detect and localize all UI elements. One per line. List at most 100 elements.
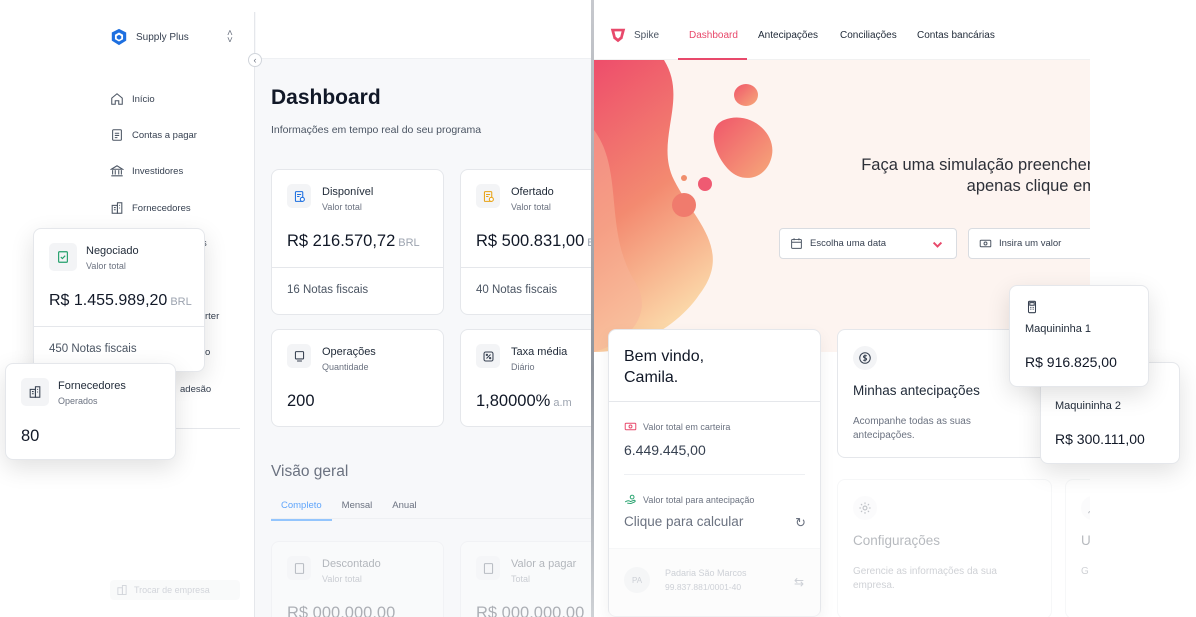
overview-title: Visão geral — [271, 463, 349, 480]
sidebar-item-inicio[interactable]: Início — [110, 92, 155, 106]
sidebar-item-contas-a-pagar[interactable]: Contas a pagar — [110, 128, 197, 142]
kpi-subtitle: Valor total — [322, 574, 362, 584]
card-icon — [1081, 496, 1090, 520]
discount-document-icon — [294, 562, 304, 574]
card-subtitle: Valor total — [86, 261, 126, 271]
building-icon — [29, 386, 41, 398]
card-description: Gerencie as informações da sua empresa. — [853, 566, 997, 591]
card-title: Maquininha 1 — [1025, 323, 1092, 335]
kpi-title: Valor a pagar — [511, 558, 577, 570]
card-title: Fornecedores — [58, 380, 126, 392]
card-configuracoes[interactable]: Configurações Gerencie as informações da… — [837, 479, 1052, 617]
divider — [609, 401, 820, 402]
chevron-left-icon: ‹ — [253, 55, 257, 65]
hero-line-1: Faça uma simulação preenchen — [861, 156, 1090, 174]
kpi-subtitle: Quantidade — [322, 362, 369, 372]
advance-label: Valor total para antecipação — [624, 493, 754, 506]
switch-company-button[interactable]: Trocar de empresa — [110, 580, 240, 600]
hero-line-2: apenas clique em — [966, 177, 1090, 195]
sidebar-item-label-partial: adesão — [180, 384, 212, 395]
floating-card-maquininha-1: Maquininha 1 R$ 916.825,00 — [1009, 285, 1149, 387]
document-check-icon — [294, 190, 305, 202]
card-partial[interactable]: U G — [1065, 479, 1090, 617]
kpi-value: R$ 500.831,00B — [476, 232, 595, 250]
hero-headline: Faça uma simulação preenchen apenas cliq… — [861, 155, 1090, 197]
company-switch-chevron-icon[interactable]: ˄ ˅ — [227, 29, 233, 46]
kpi-footer: 40 Notas fiscais — [476, 284, 558, 296]
money-icon — [979, 239, 992, 248]
kpi-icon — [476, 344, 500, 368]
page-title: Dashboard — [271, 86, 381, 109]
kpi-card-disponivel[interactable]: Disponível Valor total R$ 216.570,72 BRL … — [271, 169, 444, 315]
card-title: Negociado — [86, 245, 139, 257]
user-icon — [1088, 510, 1090, 514]
sidebar-item-label: Início — [132, 93, 155, 105]
kpi-card-operacoes[interactable]: Operações Quantidade 200 — [271, 329, 444, 427]
value-input[interactable]: Insira um valor — [968, 228, 1090, 259]
nav-contas-bancarias[interactable]: Contas bancárias — [917, 30, 995, 41]
card-subtitle: Operados — [58, 396, 98, 406]
topbar: Spike Dashboard Antecipações Conciliaçõe… — [594, 12, 1090, 60]
divider — [272, 267, 443, 268]
wallet-value: 6.449.445,00 — [624, 442, 706, 458]
chevron-down-icon — [932, 241, 943, 248]
card-title: Minhas antecipações — [853, 383, 980, 398]
card-description: Acompanhe todas as suas antecipações. — [853, 416, 971, 441]
kpi-title: Disponível — [322, 186, 374, 198]
hand-money-icon — [624, 494, 636, 505]
kpi-title: Taxa média — [511, 346, 568, 358]
sidebar-item-fornecedores[interactable]: Fornecedores — [110, 201, 191, 215]
nav-antecipacoes[interactable]: Antecipações — [758, 30, 818, 41]
calculate-link[interactable]: Clique para calcular — [624, 514, 743, 529]
tabs-divider — [271, 518, 591, 519]
kpi-icon — [287, 344, 311, 368]
monitor-icon — [294, 350, 304, 361]
home-icon — [111, 93, 123, 105]
list-item-name: Padaria São Marcos — [665, 568, 747, 578]
card-reader-icon — [1027, 300, 1037, 314]
sidebar-item-label: Fornecedores — [132, 202, 191, 214]
brand[interactable]: Supply Plus — [110, 28, 189, 46]
divider — [34, 326, 204, 327]
value-input-placeholder: Insira um valor — [999, 238, 1062, 249]
card-title: Maquininha 2 — [1055, 400, 1122, 412]
sidebar-item-label: Contas a pagar — [132, 129, 197, 141]
collapse-sidebar-button[interactable]: ‹ — [248, 53, 262, 67]
kpi-title: Operações — [322, 346, 376, 358]
list-item-document: 99.837.881/0001-40 — [665, 582, 742, 592]
sidebar-item-investidores[interactable]: Investidores — [110, 164, 183, 178]
document-offer-icon — [483, 190, 494, 202]
kpi-title: Descontado — [322, 558, 381, 570]
sidebar-item-label-partial: rter — [205, 311, 220, 322]
document-icon — [112, 129, 122, 141]
nav-conciliacoes[interactable]: Conciliações — [840, 30, 897, 41]
avatar: PA — [624, 567, 650, 593]
card-footer: 450 Notas fiscais — [49, 343, 137, 355]
kpi-value: 1,80000% a.m — [476, 392, 572, 410]
money-icon — [624, 422, 637, 431]
brand-name: Spike — [634, 30, 660, 41]
kpi-icon — [476, 184, 500, 208]
sidebar-item-label: Investidores — [132, 165, 184, 177]
building-icon — [117, 585, 127, 595]
card-icon — [21, 378, 49, 406]
supply-plus-logo-icon — [111, 28, 127, 46]
kpi-subtitle: Diário — [511, 362, 535, 372]
date-select-placeholder: Escolha uma data — [810, 238, 887, 249]
switch-company-label: Trocar de empresa — [134, 585, 210, 595]
percent-icon — [483, 351, 493, 361]
kpi-card-descontado[interactable]: Descontado Valor total R$ 000.000,00 — [271, 541, 444, 617]
card-icon — [853, 496, 877, 520]
list-item[interactable]: PA Padaria São Marcos 99.837.881/0001-40… — [609, 548, 820, 617]
date-select[interactable]: Escolha uma data — [779, 228, 957, 259]
refresh-icon[interactable]: ↻ — [795, 515, 806, 531]
document-check-icon — [58, 251, 68, 263]
kpi-footer: 16 Notas fiscais — [287, 284, 369, 296]
gear-icon — [859, 502, 871, 514]
kpi-subtitle: Total — [511, 574, 531, 584]
card-value: 80 — [21, 427, 40, 445]
floating-card-fornecedores: Fornecedores Operados 80 — [5, 363, 176, 460]
nav-dashboard[interactable]: Dashboard — [689, 30, 738, 41]
kpi-value: R$ 000.000,00 — [476, 604, 585, 617]
page-subtitle: Informações em tempo real do seu program… — [271, 124, 482, 136]
